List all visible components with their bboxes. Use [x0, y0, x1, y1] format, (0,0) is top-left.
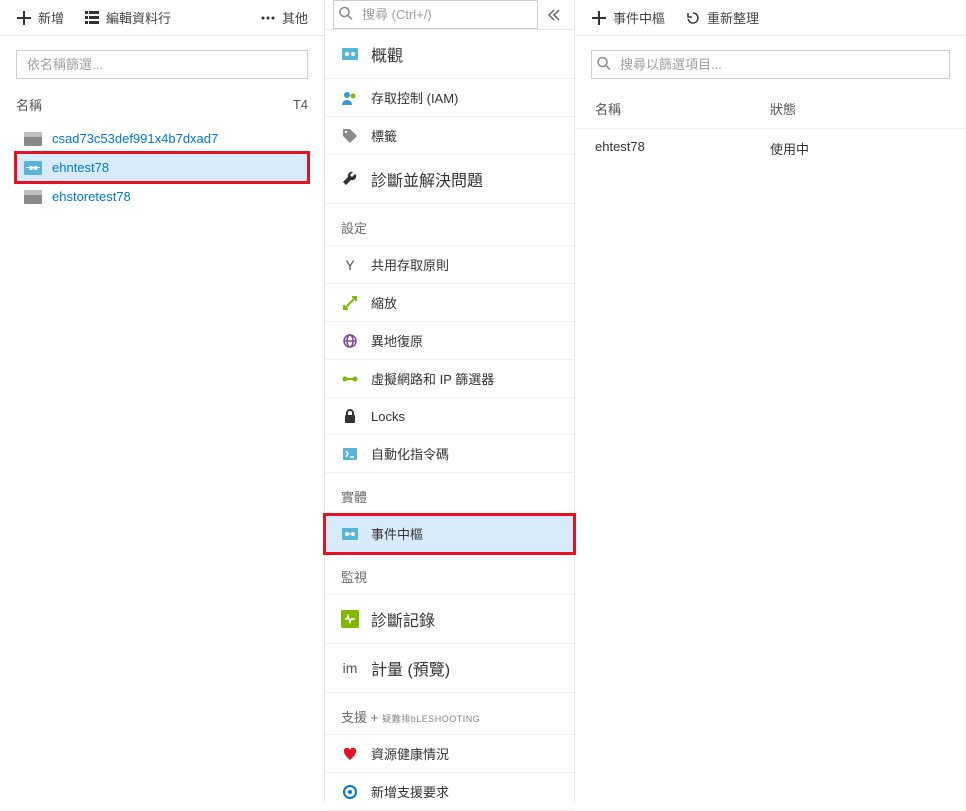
network-icon [341, 370, 359, 388]
resource-row[interactable]: csad73c53def991x4b7dxad7 [16, 124, 308, 153]
nav-item[interactable]: 概觀 [325, 30, 574, 79]
hub-table-row[interactable]: ehtest78使用中 [575, 129, 966, 168]
hub-table-header: 名稱 狀態 [575, 89, 966, 129]
people-icon [341, 89, 359, 107]
nav-item[interactable]: 診斷並解決問題 [325, 155, 574, 204]
chevron-double-left-icon [548, 9, 560, 21]
storage-icon [24, 132, 42, 146]
more-button[interactable]: 其他 [252, 4, 316, 31]
text-icon: im [341, 659, 359, 677]
resource-row[interactable]: ehntest78 [16, 153, 308, 182]
nav-section-suffix: 疑難排bLESHOOTING [382, 714, 480, 724]
nav-item[interactable]: 事件中樞 [325, 515, 574, 553]
storage-icon [24, 190, 42, 204]
collapse-menu-button[interactable] [542, 3, 566, 27]
nav-item-label: 共用存取原則 [371, 255, 449, 274]
heart-icon [341, 745, 359, 763]
nav-item[interactable]: Locks [325, 398, 574, 435]
nav-item[interactable]: 異地復原 [325, 322, 574, 360]
event-hub-label: 事件中樞 [613, 8, 665, 27]
resource-label: csad73c53def991x4b7dxad7 [52, 131, 218, 146]
hub-name-cell: ehtest78 [595, 139, 770, 158]
nav-item-label: 自動化指令碼 [371, 444, 449, 463]
nav-section-header: 監視 [325, 553, 574, 595]
nav-item[interactable]: im 計量 (預覽) [325, 644, 574, 693]
nav-item[interactable]: Y 共用存取原則 [325, 246, 574, 284]
overview-icon [341, 45, 359, 63]
resource-label: ehntest78 [52, 160, 109, 175]
column-name-header[interactable]: 名稱 [16, 95, 293, 114]
edit-columns-label: 編輯資料行 [106, 8, 171, 27]
refresh-icon [685, 10, 701, 26]
col1-toolbar: 新增 編輯資料行 其他 [0, 0, 324, 36]
nav-item-label: 診斷記錄 [371, 607, 435, 631]
nav-item[interactable]: 存取控制 (IAM) [325, 79, 574, 117]
refresh-label: 重新整理 [707, 8, 759, 27]
resource-label: ehstoretest78 [52, 189, 131, 204]
nav-section-header: 支援 +疑難排bLESHOOTING [325, 693, 574, 735]
nav-item-label: 標籤 [371, 126, 397, 145]
event-hub-icon [341, 525, 359, 543]
search-icon [597, 56, 611, 73]
columns-icon [84, 10, 100, 26]
nav-item-label: 事件中樞 [371, 524, 423, 543]
resource-row[interactable]: ehstoretest78 [16, 182, 308, 211]
lock-icon [341, 407, 359, 425]
plus-icon [16, 10, 32, 26]
nav-item[interactable]: 虛擬網路和 IP 篩選器 [325, 360, 574, 398]
event-hub-icon [24, 161, 42, 175]
nav-item[interactable]: 新增支援要求 [325, 773, 574, 811]
hub-state-cell: 使用中 [770, 139, 946, 158]
globe-icon [341, 332, 359, 350]
nav-item[interactable]: 資源健康情況 [325, 735, 574, 773]
tag-icon [341, 127, 359, 145]
search-icon [339, 6, 353, 23]
column-sort-indicator: T4 [293, 97, 308, 112]
nav-section-header: 設定 [325, 204, 574, 246]
col2-toolbar [325, 0, 574, 30]
nav-menu-panel: 概觀存取控制 (IAM) 標籤診斷並解決問題設定 Y 共用存取原則縮放異地復原虛擬網路… [325, 0, 575, 803]
pulse-icon [341, 610, 359, 628]
resource-list-panel: 新增 編輯資料行 其他 名稱 T4 csad73c53def991 [0, 0, 325, 803]
nav-item[interactable]: 自動化指令碼 [325, 435, 574, 473]
text-icon: Y [341, 256, 359, 274]
support-icon [341, 783, 359, 801]
nav-item-label: 新增支援要求 [371, 782, 449, 801]
col3-toolbar: 事件中樞 重新整理 [575, 0, 966, 36]
col-name-header[interactable]: 名稱 [595, 99, 770, 118]
filter-by-name-input[interactable] [16, 50, 308, 79]
nav-item-label: 計量 (預覽) [371, 656, 450, 680]
refresh-button[interactable]: 重新整理 [677, 4, 767, 31]
nav-item-label: 虛擬網路和 IP 篩選器 [371, 369, 494, 388]
nav-item-label: Locks [371, 409, 405, 424]
script-icon [341, 445, 359, 463]
plus-icon [591, 10, 607, 26]
nav-item[interactable]: 診斷記錄 [325, 595, 574, 644]
filter-items-input[interactable] [591, 50, 950, 79]
nav-item[interactable]: 標籤 [325, 117, 574, 155]
menu-search-input[interactable] [333, 0, 538, 29]
col-state-header[interactable]: 狀態 [770, 99, 946, 118]
nav-item-label: 縮放 [371, 293, 397, 312]
nav-item-label: 診斷並解決問題 [371, 167, 483, 191]
add-label: 新增 [38, 8, 64, 27]
more-label: 其他 [282, 8, 308, 27]
nav-section-header: 實體 [325, 473, 574, 515]
wrench-icon [341, 170, 359, 188]
add-button[interactable]: 新增 [8, 4, 72, 31]
edit-columns-button[interactable]: 編輯資料行 [76, 4, 179, 31]
nav-item-label: 存取控制 (IAM) [371, 88, 458, 107]
nav-item-label: 概觀 [371, 42, 403, 66]
nav-item-label: 異地復原 [371, 331, 423, 350]
nav-item[interactable]: 縮放 [325, 284, 574, 322]
resource-list-header: 名稱 T4 [0, 89, 324, 124]
ellipsis-icon [260, 10, 276, 26]
event-hubs-panel: 事件中樞 重新整理 名稱 狀態 ehtest78使用中 [575, 0, 966, 803]
add-event-hub-button[interactable]: 事件中樞 [583, 4, 673, 31]
nav-item-label: 資源健康情況 [371, 744, 449, 763]
scale-icon [341, 294, 359, 312]
